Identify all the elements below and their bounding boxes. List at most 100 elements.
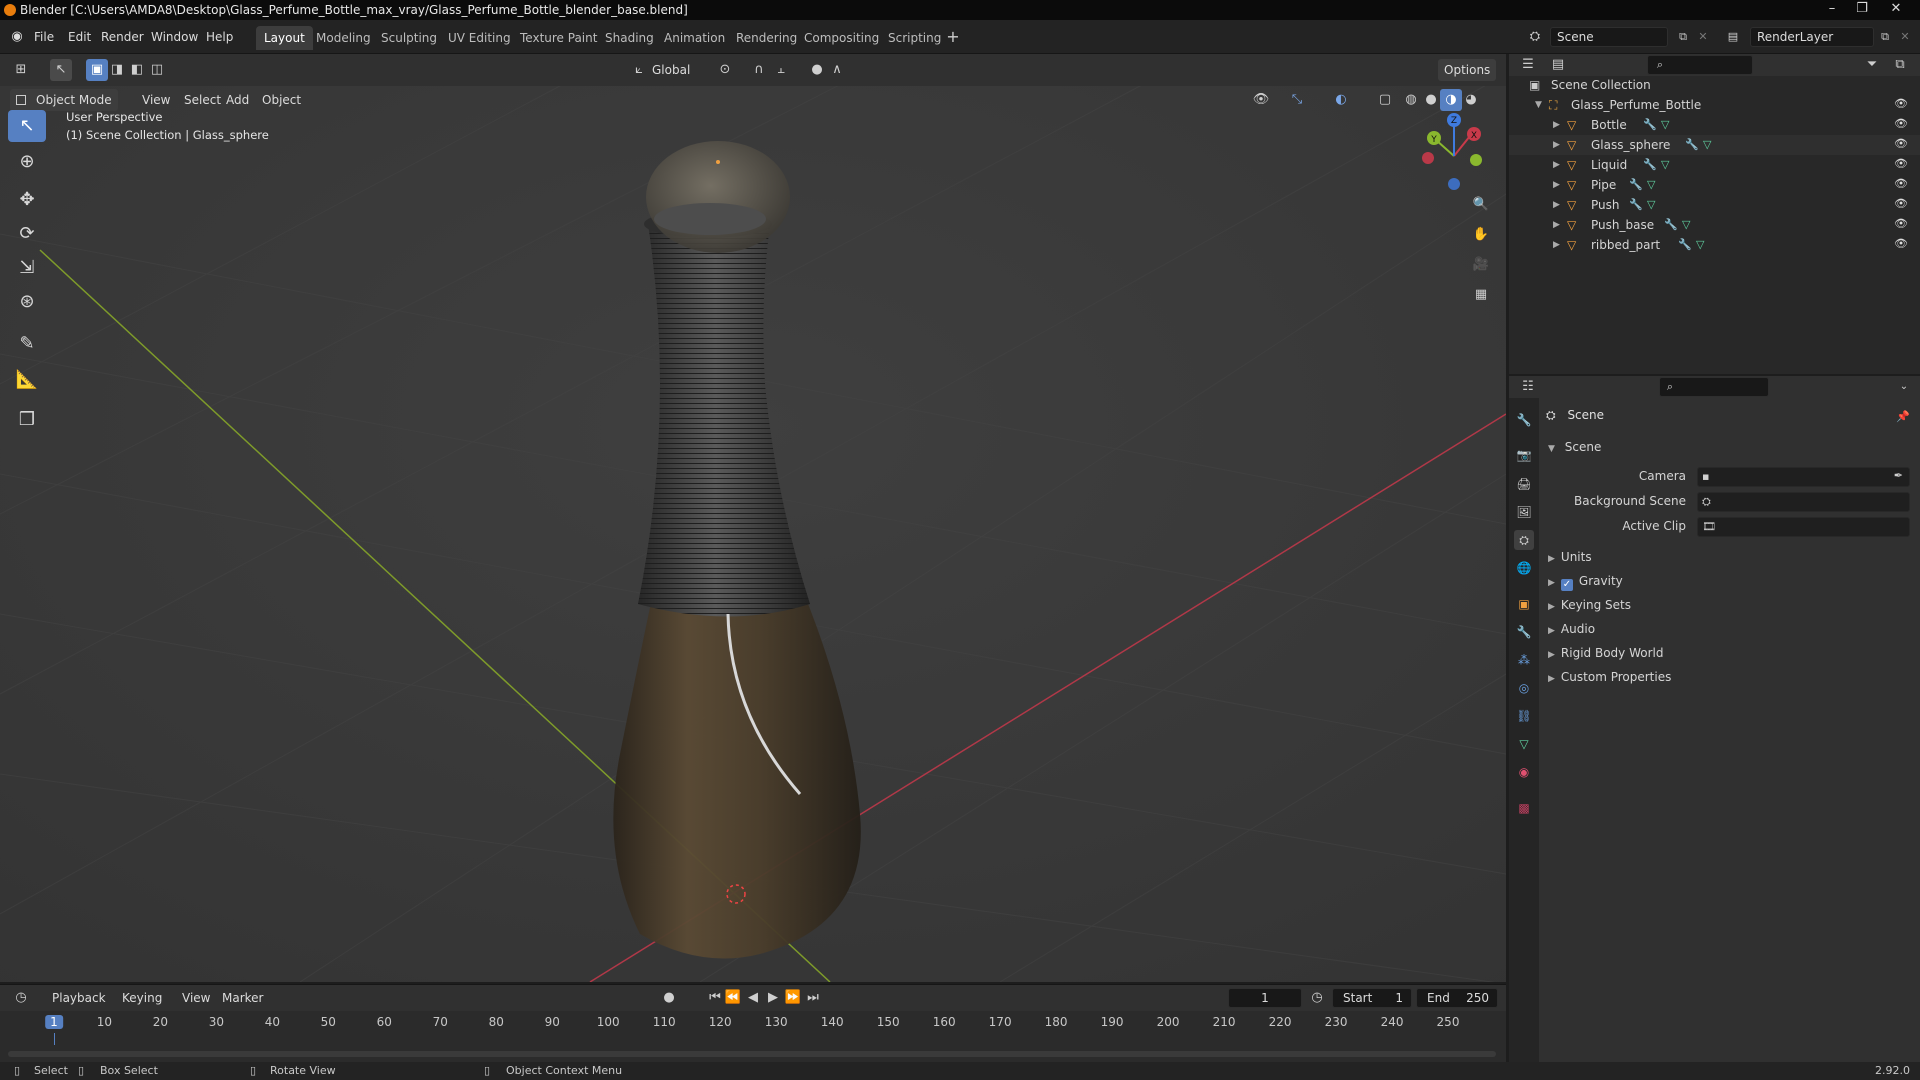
outliner-row-object[interactable]: ▶ ▽ Bottle 🔧 ▽ 👁 xyxy=(1509,115,1920,135)
properties-options-icon[interactable]: ⌄ xyxy=(1893,376,1915,398)
menu-render[interactable]: Render xyxy=(95,26,150,48)
workspace-tab-animation[interactable]: Animation xyxy=(656,26,733,50)
panel-section-rigid-body-world[interactable]: ▶ Rigid Body World xyxy=(1548,642,1663,664)
modifier-wrench-icon[interactable]: 🔧 xyxy=(1643,155,1657,175)
visibility-eye-icon[interactable]: 👁 xyxy=(1894,238,1908,250)
panel-section-audio[interactable]: ▶ Audio xyxy=(1548,618,1595,640)
tab-object-icon[interactable]: ▣ xyxy=(1514,594,1534,614)
collapse-arrow-icon[interactable]: ▼ xyxy=(1535,95,1542,115)
outliner-filter-icon[interactable]: ⏷ xyxy=(1861,54,1883,76)
gizmo-neg-x-axis[interactable] xyxy=(1422,152,1434,164)
transform-orientation-dropdown[interactable]: Global xyxy=(646,59,696,81)
blender-menu-icon[interactable]: ◉ xyxy=(6,26,28,48)
outliner-editor-type-icon[interactable]: ☰ xyxy=(1517,54,1539,76)
properties-editor-type-icon[interactable]: ☷ xyxy=(1517,376,1539,398)
gizmo-toggle-icon[interactable]: ⤡ xyxy=(1286,89,1308,111)
snap-target-icon[interactable]: ⫠ xyxy=(770,59,792,81)
shading-material-icon[interactable]: ◑ xyxy=(1440,89,1462,111)
background-scene-field[interactable]: ⛭ xyxy=(1697,492,1910,512)
mesh-data-icon[interactable]: ▽ xyxy=(1647,175,1655,195)
3d-viewport[interactable]: ⊞ ↖ ▣ ◨ ◧ ◫ ⟀ Global ⊙ ∩ ⫠ ● ∧ Options O… xyxy=(0,54,1506,982)
panel-section-custom-properties[interactable]: ▶ Custom Properties xyxy=(1548,666,1671,688)
glass-sphere[interactable] xyxy=(646,141,790,253)
workspace-tab-shading[interactable]: Shading xyxy=(597,26,662,50)
tool-rotate-icon[interactable]: ⟳ xyxy=(8,218,46,250)
gizmo-neg-z-axis[interactable] xyxy=(1448,178,1460,190)
tab-data-icon[interactable]: ▽ xyxy=(1514,734,1534,754)
modifier-wrench-icon[interactable]: 🔧 xyxy=(1629,175,1643,195)
outliner-row-object[interactable]: ▶ ▽ Pipe 🔧 ▽ 👁 xyxy=(1509,175,1920,195)
menu-help[interactable]: Help xyxy=(200,26,239,48)
tab-tool-icon[interactable]: 🔧 xyxy=(1514,410,1534,430)
workspace-tab-scripting[interactable]: Scripting xyxy=(880,26,949,50)
menu-edit[interactable]: Edit xyxy=(62,26,97,48)
tab-particles-icon[interactable]: ⁂ xyxy=(1514,650,1534,670)
mesh-data-icon[interactable]: ▽ xyxy=(1661,155,1669,175)
visibility-eye-icon[interactable]: 👁 xyxy=(1894,178,1908,190)
outliner-display-mode-icon[interactable]: ▤ xyxy=(1547,54,1569,76)
ortho-toggle-icon[interactable]: ▦ xyxy=(1470,284,1492,306)
camera-view-icon[interactable]: 🎥 xyxy=(1470,254,1492,276)
editor-type-icon[interactable]: ⊞ xyxy=(10,59,32,81)
panel-section-gravity[interactable]: ▶ ✓ Gravity xyxy=(1548,570,1623,592)
visibility-eye-icon[interactable]: 👁 xyxy=(1894,198,1908,210)
timeline-ruler[interactable]: 1 10 20 30 40 50 60 70 80 90 100 110 120 130 140 150 160… xyxy=(0,985,1506,1045)
tool-transform-icon[interactable]: ⊛ xyxy=(8,286,46,318)
workspace-tab-layout[interactable]: Layout xyxy=(256,26,313,50)
select-intersect-icon[interactable]: ◫ xyxy=(146,59,168,81)
delete-render-layer-icon[interactable]: ✕ xyxy=(1894,26,1916,48)
delete-scene-icon[interactable]: ✕ xyxy=(1692,26,1714,48)
modifier-wrench-icon[interactable]: 🔧 xyxy=(1664,215,1678,235)
shading-solid-icon[interactable]: ● xyxy=(1420,89,1442,111)
tab-material-icon[interactable]: ◉ xyxy=(1514,762,1534,782)
outliner-row-object[interactable]: ▶ ▽ Push_base 🔧 ▽ 👁 xyxy=(1509,215,1920,235)
tab-scene-icon[interactable]: ⛭ xyxy=(1514,530,1534,550)
scene-icon[interactable]: ⛭ xyxy=(1524,26,1546,48)
workspace-tab-rendering[interactable]: Rendering xyxy=(728,26,805,50)
gravity-checkbox[interactable]: ✓ xyxy=(1560,579,1573,591)
viewport-canvas[interactable] xyxy=(0,54,1506,982)
tool-scale-icon[interactable]: ⇲ xyxy=(8,252,46,284)
modifier-wrench-icon[interactable]: 🔧 xyxy=(1643,115,1657,135)
tool-measure-icon[interactable]: 📐 xyxy=(8,364,46,396)
tool-add-cube-icon[interactable]: ❒ xyxy=(8,404,46,436)
eyedropper-icon[interactable]: ✒ xyxy=(1894,469,1903,482)
tool-move-icon[interactable]: ✥ xyxy=(8,184,46,216)
workspace-tab-modeling[interactable]: Modeling xyxy=(308,26,379,50)
tab-constraints-icon[interactable]: ⛓ xyxy=(1514,706,1534,726)
visibility-eye-icon[interactable]: 👁 xyxy=(1894,118,1908,130)
mesh-data-icon[interactable]: ▽ xyxy=(1647,195,1655,215)
tool-select-box-icon[interactable]: ↖ xyxy=(8,110,46,142)
visibility-eye-icon[interactable]: 👁 xyxy=(1894,98,1908,110)
overlay-toggle-icon[interactable]: ◐ xyxy=(1330,89,1352,111)
new-scene-icon[interactable]: ⧉ xyxy=(1672,26,1694,48)
options-dropdown[interactable]: Options xyxy=(1438,59,1497,81)
mesh-data-icon[interactable]: ▽ xyxy=(1703,135,1711,155)
modifier-wrench-icon[interactable]: 🔧 xyxy=(1685,135,1699,155)
close-icon[interactable]: ✕ xyxy=(1876,0,1916,20)
select-new-icon[interactable]: ▣ xyxy=(86,59,108,81)
scene-selector[interactable]: Scene xyxy=(1550,27,1668,47)
visibility-eye-icon[interactable]: 👁 xyxy=(1894,158,1908,170)
mesh-data-icon[interactable]: ▽ xyxy=(1696,235,1704,255)
tab-texture-icon[interactable]: ▩ xyxy=(1514,798,1534,818)
tab-world-icon[interactable]: 🌐 xyxy=(1514,558,1534,578)
expand-arrow-icon[interactable]: ▶ xyxy=(1553,115,1560,135)
pan-view-icon[interactable]: ✋ xyxy=(1470,224,1492,246)
snap-icon[interactable]: ∩ xyxy=(748,59,770,81)
panel-section-keying-sets[interactable]: ▶ Keying Sets xyxy=(1548,594,1631,616)
falloff-icon[interactable]: ∧ xyxy=(826,59,848,81)
panel-scene-header[interactable]: ▼ Scene xyxy=(1548,436,1601,458)
add-workspace-icon[interactable]: + xyxy=(942,26,964,48)
outliner-new-collection-icon[interactable]: ⧉ xyxy=(1889,54,1911,76)
pin-icon[interactable]: 📌 xyxy=(1892,406,1914,428)
gizmo-neg-y-axis[interactable] xyxy=(1470,154,1482,166)
tab-physics-icon[interactable]: ◎ xyxy=(1514,678,1534,698)
pivot-point-icon[interactable]: ⊙ xyxy=(714,59,736,81)
workspace-tab-compositing[interactable]: Compositing xyxy=(796,26,887,50)
shading-rendered-icon[interactable]: ◕ xyxy=(1460,89,1482,111)
shading-wireframe-icon[interactable]: ◍ xyxy=(1400,89,1422,111)
menu-window[interactable]: Window xyxy=(145,26,204,48)
outliner-row-collection[interactable]: ▼ ⛶ Glass_Perfume_Bottle 👁 xyxy=(1509,95,1920,115)
outliner-row-object[interactable]: ▶ ▽ ribbed_part 🔧 ▽ 👁 xyxy=(1509,235,1920,255)
